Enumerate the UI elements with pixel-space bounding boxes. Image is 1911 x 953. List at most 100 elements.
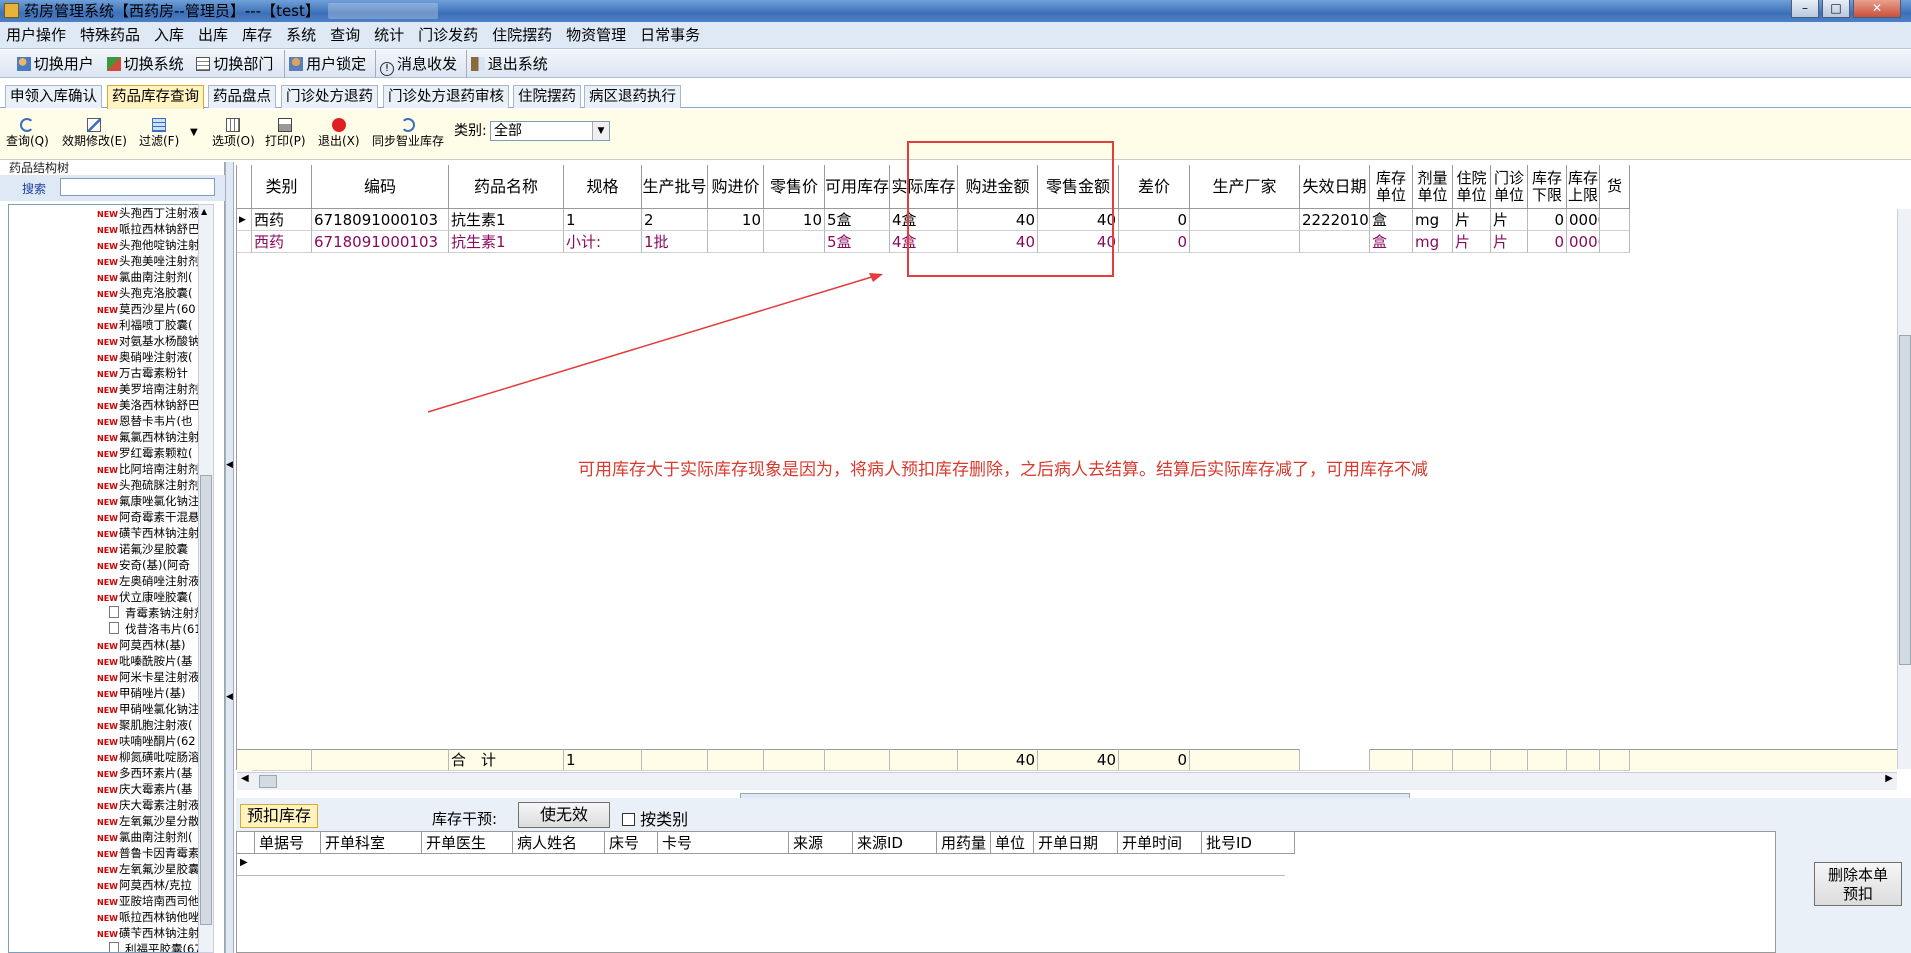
tree-item[interactable]: NEW呋喃唑酮片(62	[9, 733, 196, 749]
tree-item[interactable]: 利福平胶囊(67	[9, 941, 202, 952]
column-header[interactable]: 失效日期	[1300, 165, 1370, 209]
checkbox-box[interactable]	[622, 813, 635, 826]
tree-item[interactable]: NEW美洛西林钠舒巴	[9, 397, 200, 413]
tree-item[interactable]: NEW甲硝唑片(基)	[9, 685, 185, 701]
subtotal-cell[interactable]	[764, 231, 825, 253]
tree-item[interactable]: NEW哌拉西林钠他唑	[9, 909, 200, 925]
column-header[interactable]: 生产批号	[642, 165, 708, 209]
tree-item[interactable]: NEW利福喷丁胶囊(	[9, 317, 193, 333]
subtotal-cell[interactable]	[708, 231, 764, 253]
subtotal-cell[interactable]	[1600, 231, 1630, 253]
subtotal-cell[interactable]: 西药	[252, 231, 312, 253]
menu-query[interactable]: 查询	[323, 22, 367, 49]
exit-system-button[interactable]: 退出系统	[465, 50, 552, 78]
h-scroll-thumb[interactable]	[259, 775, 277, 788]
tree-item[interactable]: NEW阿莫西林(基)	[9, 637, 185, 653]
tree-item[interactable]: NEW阿米卡星注射液	[9, 669, 200, 685]
tree-item[interactable]: NEW氟氯西林钠注射	[9, 429, 200, 445]
subtotal-cell[interactable]	[1300, 231, 1370, 253]
data-cell[interactable]: 22220101	[1300, 209, 1370, 231]
tab-outpatient-return-audit[interactable]: 门诊处方退药审核	[383, 85, 509, 108]
data-cell[interactable]: 10	[764, 209, 825, 231]
subtotal-cell[interactable]: 0	[1119, 231, 1190, 253]
column-header[interactable]: 货	[1600, 165, 1630, 209]
reserve-column-header[interactable]: 床号	[605, 832, 658, 854]
tree-item[interactable]: NEW头孢西丁注射液	[9, 205, 200, 221]
data-cell[interactable]	[1190, 209, 1300, 231]
tree-item[interactable]: NEW吡嗪酰胺片(基	[9, 653, 193, 669]
reserve-column-header[interactable]: 病人姓名	[513, 832, 605, 854]
tree-item[interactable]: NEW庆大霉素片(基	[9, 781, 193, 797]
tree-item[interactable]: NEW阿奇霉素干混悬	[9, 509, 200, 525]
tree-item[interactable]: 伐昔洛韦片(61	[9, 621, 202, 637]
column-header[interactable]: 门诊单位	[1491, 165, 1528, 209]
tree-item[interactable]: NEW庆大霉素注射液	[9, 797, 200, 813]
tree-item[interactable]: NEW磺苄西林钠注射	[9, 925, 200, 941]
close-button[interactable]: ✕	[1853, 0, 1901, 18]
exit-button[interactable]: 退出(X)	[318, 118, 360, 148]
tree-item[interactable]: NEW左氧氟沙星分散	[9, 813, 200, 829]
subtotal-cell[interactable]	[1190, 231, 1300, 253]
collapse-left-icon-2[interactable]: ◀	[226, 692, 233, 702]
tree-item[interactable]: NEW头孢美唑注射剂	[9, 253, 200, 269]
tree-item[interactable]: NEW聚肌胞注射液(	[9, 717, 193, 733]
data-cell[interactable]	[1600, 209, 1630, 231]
tab-reserved-stock[interactable]: 预扣库存	[240, 804, 319, 828]
subtotal-cell[interactable]: 1批	[642, 231, 708, 253]
tree-item[interactable]: NEW亚胺培南西司他	[9, 893, 200, 909]
column-header[interactable]: 库存下限	[1528, 165, 1567, 209]
menu-special-drugs[interactable]: 特殊药品	[73, 22, 147, 49]
subtotal-cell[interactable]: 5盒	[825, 231, 890, 253]
tree-item[interactable]: NEW头孢他啶钠注射	[9, 237, 200, 253]
menu-inpatient-dispense[interactable]: 住院摆药	[485, 22, 559, 49]
print-button[interactable]: 打印(P)	[265, 118, 306, 148]
search-input[interactable]	[60, 178, 215, 196]
scroll-up-icon[interactable]: ▲	[201, 207, 207, 216]
menu-materials[interactable]: 物资管理	[559, 22, 633, 49]
subtotal-cell[interactable]: 0000	[1567, 231, 1600, 253]
data-cell[interactable]: 0	[1528, 209, 1567, 231]
column-header[interactable]: 差价	[1119, 165, 1190, 209]
reserve-column-header[interactable]: 批号ID	[1202, 832, 1295, 854]
tree-item[interactable]: NEW诺氟沙星胶囊	[9, 541, 188, 557]
data-cell[interactable]: 0000	[1567, 209, 1600, 231]
by-category-checkbox[interactable]: 按类别	[606, 806, 688, 830]
menu-stock[interactable]: 库存	[235, 22, 279, 49]
data-cell[interactable]: 2	[642, 209, 708, 231]
column-header[interactable]: 类别	[252, 165, 312, 209]
tree-item[interactable]: 青霉素钠注射剂	[9, 605, 203, 621]
tree-item[interactable]: NEW美罗培南注射剂	[9, 381, 200, 397]
column-header[interactable]: 住院单位	[1453, 165, 1491, 209]
tree-item[interactable]: NEW多西环素片(基	[9, 765, 193, 781]
filter-button[interactable]: 过滤(F)	[139, 118, 179, 148]
reserve-column-header[interactable]: 来源ID	[853, 832, 937, 854]
data-cell[interactable]: 5盒	[825, 209, 890, 231]
reserve-column-header[interactable]: 开单时间	[1118, 832, 1202, 854]
invalidate-button[interactable]: 使无效	[518, 802, 610, 828]
reserve-column-header[interactable]: 卡号	[658, 832, 789, 854]
expiry-edit-button[interactable]: 效期修改(E)	[62, 118, 127, 148]
subtotal-cell[interactable]: 6718091000103	[312, 231, 449, 253]
menu-statistics[interactable]: 统计	[367, 22, 411, 49]
data-cell[interactable]: 片	[1491, 209, 1528, 231]
column-header[interactable]: 生产厂家	[1190, 165, 1300, 209]
reserve-column-header[interactable]: 开单日期	[1034, 832, 1118, 854]
data-cell[interactable]: mg	[1413, 209, 1453, 231]
tab-outpatient-return[interactable]: 门诊处方退药	[281, 85, 378, 108]
reserve-column-header[interactable]: 单据号	[255, 832, 321, 854]
column-header[interactable]: 库存单位	[1370, 165, 1413, 209]
menu-user-ops[interactable]: 用户操作	[0, 22, 73, 49]
category-select[interactable]: 全部 ▼	[490, 121, 610, 141]
reserve-column-header[interactable]: 来源	[789, 832, 853, 854]
grid-v-scrollbar[interactable]	[1897, 209, 1911, 769]
tab-inbound-confirm[interactable]: 申领入库确认	[5, 85, 102, 108]
tab-stock-query[interactable]: 药品库存查询	[107, 85, 204, 109]
scroll-right-icon[interactable]: ▶	[1885, 773, 1893, 784]
column-header[interactable]: 库存上限	[1567, 165, 1600, 209]
tree-item[interactable]: NEW罗红霉素颗粒(	[9, 445, 193, 461]
switch-dept-button[interactable]: 切换部门	[192, 50, 277, 78]
delete-reserve-button[interactable]: 删除本单预扣	[1814, 862, 1902, 906]
tab-inpatient-dispense[interactable]: 住院摆药	[513, 85, 581, 108]
menu-inbound[interactable]: 入库	[147, 22, 191, 49]
tree-item[interactable]: NEW奥硝唑注射液(	[9, 349, 193, 365]
